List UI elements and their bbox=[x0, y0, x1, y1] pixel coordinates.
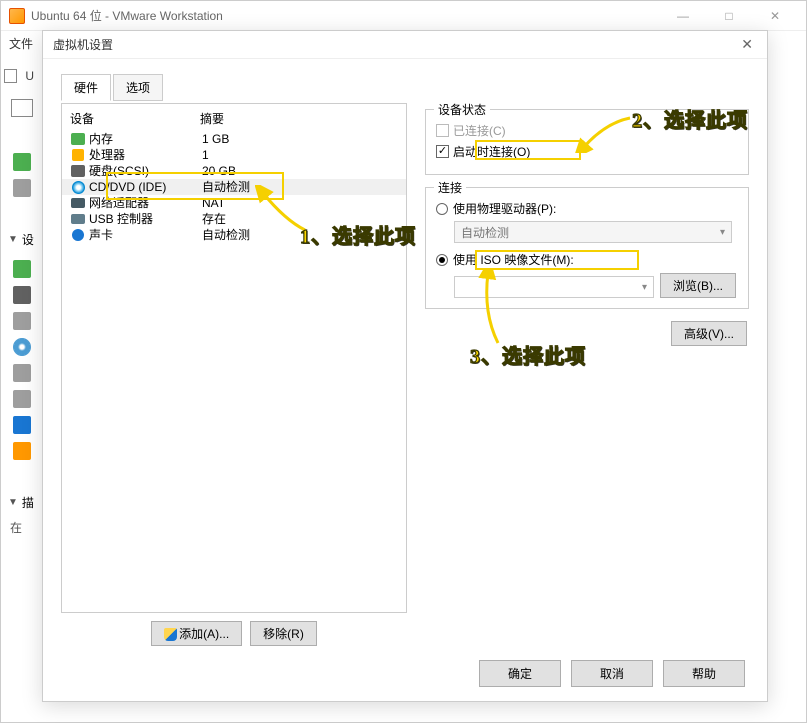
device-harddisk[interactable]: 硬盘(SCSI)20 GB bbox=[62, 163, 406, 179]
section-desc[interactable]: ▼描 bbox=[2, 490, 42, 515]
toolbar-icon[interactable] bbox=[11, 99, 33, 117]
device-state-fieldset: 设备状态 已连接(C) ✓ 启动时连接(O) bbox=[425, 109, 749, 175]
radio-iso-row[interactable]: 使用 ISO 映像文件(M): bbox=[436, 251, 738, 268]
radio-physical-row[interactable]: 使用物理驱动器(P): bbox=[436, 200, 738, 217]
checkbox-connect-poweron[interactable]: ✓ bbox=[436, 145, 449, 158]
memory-icon[interactable] bbox=[13, 260, 31, 278]
dialog-close-icon[interactable]: ✕ bbox=[737, 32, 757, 57]
tab-label[interactable]: U bbox=[19, 65, 40, 87]
device-usb[interactable]: USB 控制器存在 bbox=[62, 211, 406, 227]
help-button[interactable]: 帮助 bbox=[663, 660, 745, 687]
dialog-title: 虚拟机设置 bbox=[53, 36, 737, 53]
radio-physical-label: 使用物理驱动器(P): bbox=[453, 200, 556, 217]
usb-icon[interactable] bbox=[13, 390, 31, 408]
connection-legend: 连接 bbox=[434, 179, 466, 196]
connection-fieldset: 连接 使用物理驱动器(P): 自动检测▾ 使用 ISO 映像文件(M): ▾ bbox=[425, 187, 749, 309]
checkbox-connected-label: 已连接(C) bbox=[453, 122, 506, 139]
display-icon[interactable] bbox=[13, 442, 31, 460]
add-device-button[interactable]: 添加(A)... bbox=[151, 621, 242, 646]
radio-iso-label: 使用 ISO 映像文件(M): bbox=[453, 251, 574, 268]
ok-button[interactable]: 确定 bbox=[479, 660, 561, 687]
device-memory[interactable]: 内存1 GB bbox=[62, 131, 406, 147]
tab-options[interactable]: 选项 bbox=[113, 74, 163, 101]
checkbox-connect-poweron-label: 启动时连接(O) bbox=[453, 143, 530, 160]
shield-icon bbox=[164, 628, 177, 641]
device-state-legend: 设备状态 bbox=[434, 101, 490, 118]
device-properties: 设备状态 已连接(C) ✓ 启动时连接(O) 连接 使用物理驱动器( bbox=[425, 103, 749, 646]
col-summary: 摘要 bbox=[200, 110, 398, 127]
device-icon[interactable] bbox=[13, 179, 31, 197]
minimize-button[interactable]: — bbox=[660, 1, 706, 31]
net-icon[interactable] bbox=[13, 364, 31, 382]
browse-button[interactable]: 浏览(B)... bbox=[660, 273, 736, 298]
radio-iso[interactable] bbox=[436, 254, 448, 266]
iso-path-combo[interactable]: ▾ bbox=[454, 276, 654, 298]
main-window-title: Ubuntu 64 位 - VMware Workstation bbox=[31, 7, 660, 24]
sound-icon[interactable] bbox=[13, 416, 31, 434]
device-list-panel: 设备 摘要 内存1 GB 处理器1 硬盘(SCSI)20 GB CD/DVD (… bbox=[61, 103, 407, 613]
vm-settings-dialog: 虚拟机设置 ✕ 硬件 选项 设备 摘要 内存1 GB 处理器1 硬盘(SCSI)… bbox=[42, 30, 768, 702]
device-network[interactable]: 网络适配器NAT bbox=[62, 195, 406, 211]
device-processor[interactable]: 处理器1 bbox=[62, 147, 406, 163]
device-sound[interactable]: 声卡自动检测 bbox=[62, 227, 406, 243]
section-settings[interactable]: ▼设 bbox=[2, 227, 42, 252]
close-button[interactable]: ✕ bbox=[752, 1, 798, 31]
dialog-footer: 确定 取消 帮助 bbox=[479, 660, 745, 687]
cancel-button[interactable]: 取消 bbox=[571, 660, 653, 687]
tab-icon bbox=[4, 69, 17, 83]
tab-strip: 硬件 选项 bbox=[61, 73, 749, 101]
cd-icon[interactable] bbox=[13, 338, 31, 356]
main-titlebar: Ubuntu 64 位 - VMware Workstation — □ ✕ bbox=[1, 1, 806, 31]
play-icon[interactable] bbox=[13, 153, 31, 171]
checkbox-connected bbox=[436, 124, 449, 137]
cpu-icon[interactable] bbox=[13, 286, 31, 304]
vmware-app-icon bbox=[9, 8, 25, 24]
radio-physical[interactable] bbox=[436, 203, 448, 215]
checkbox-connect-poweron-row[interactable]: ✓ 启动时连接(O) bbox=[436, 143, 738, 160]
dialog-titlebar: 虚拟机设置 ✕ bbox=[43, 31, 767, 59]
left-sidebar: U ▼设 ▼描 在 bbox=[2, 61, 42, 540]
physical-drive-combo: 自动检测▾ bbox=[454, 221, 732, 243]
checkbox-connected-row: 已连接(C) bbox=[436, 122, 738, 139]
device-list-header: 设备 摘要 bbox=[62, 104, 406, 131]
remove-device-button[interactable]: 移除(R) bbox=[250, 621, 317, 646]
col-device: 设备 bbox=[70, 110, 200, 127]
device-cddvd[interactable]: CD/DVD (IDE)自动检测 bbox=[62, 179, 406, 195]
hdd-icon[interactable] bbox=[13, 312, 31, 330]
advanced-button[interactable]: 高级(V)... bbox=[671, 321, 747, 346]
chevron-down-icon[interactable]: ▾ bbox=[642, 282, 647, 293]
chevron-down-icon: ▾ bbox=[720, 227, 725, 238]
maximize-button[interactable]: □ bbox=[706, 1, 752, 31]
tab-hardware[interactable]: 硬件 bbox=[61, 74, 111, 101]
desc-text: 在 bbox=[2, 515, 42, 540]
